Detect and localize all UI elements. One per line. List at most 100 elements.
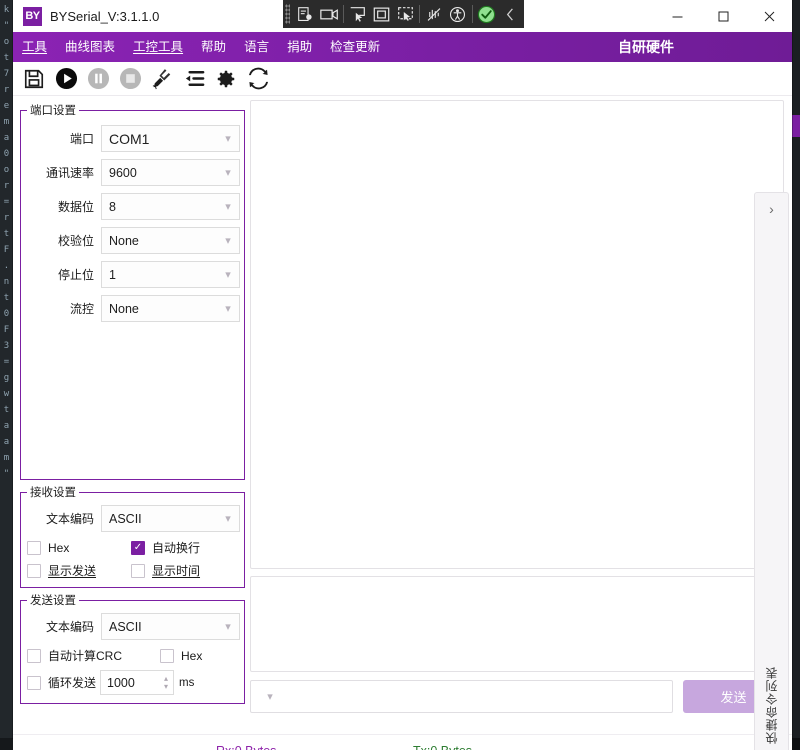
menu-item-industrial[interactable]: 工控工具 [124, 32, 192, 62]
clear-button[interactable] [148, 65, 176, 93]
main-column: ▾ 发送 [250, 100, 784, 726]
checkbox-loop-send[interactable]: 循环发送 [27, 674, 96, 691]
quick-command-drawer[interactable]: › 快捷命令列表 [754, 192, 789, 750]
checkbox-label: 循环发送 [48, 676, 97, 690]
receive-checkbox-row-1: Hex ✓ 自动换行 [27, 539, 238, 556]
receive-textarea[interactable] [250, 100, 784, 569]
select-region-icon[interactable] [393, 2, 417, 26]
menu-item-tools[interactable]: 工具 [13, 32, 56, 62]
checkbox-box [27, 675, 41, 690]
background-editor-scroll-marker [792, 115, 800, 137]
chevron-right-icon[interactable]: › [769, 201, 774, 217]
chevron-down-icon: ▾ [225, 167, 231, 179]
checkbox-label: Hex [48, 540, 70, 555]
stopbits-select[interactable]: 1 ▾ [101, 261, 240, 288]
refresh-icon [247, 67, 270, 90]
send-settings-group: 发送设置 文本编码 ASCII ▾ 自动计算CRC Hex 循环发送 1000 … [20, 592, 245, 704]
stepper-arrows-icon[interactable]: ▴ ▾ [159, 674, 173, 691]
settings-button[interactable] [212, 65, 240, 93]
loop-interval-stepper[interactable]: 1000 ▴ ▾ [100, 670, 175, 695]
parity-value: None [109, 233, 139, 248]
drag-handle[interactable] [285, 4, 291, 24]
loop-interval-value: 1000 [107, 675, 135, 690]
send-encoding-label: 文本编码 [45, 620, 94, 634]
chevron-down-icon: ▾ [225, 235, 231, 247]
chevron-down-icon: ▾ [225, 513, 231, 525]
status-ok-icon[interactable] [474, 2, 498, 26]
record-video-icon[interactable] [317, 2, 341, 26]
window-controls [654, 0, 792, 32]
brand-label: 自研硬件 [618, 39, 674, 55]
status-rx-bytes: Rx:0 Bytes [216, 744, 276, 750]
chevron-down-icon: ▾ [225, 201, 231, 213]
minimize-button[interactable] [654, 0, 700, 32]
refresh-button[interactable] [244, 65, 272, 93]
pause-button[interactable] [84, 65, 112, 93]
checkbox-auto-crc[interactable]: 自动计算CRC [27, 647, 160, 664]
checkbox-receive-hex[interactable]: Hex [27, 540, 131, 555]
flowcontrol-select[interactable]: None ▾ [101, 295, 240, 322]
send-settings-title: 发送设置 [27, 592, 79, 608]
port-settings-group: 端口设置 端口 COM1 ▾ 通讯速率 9600 ▾ 数据位 8 ▾ 校验位 N… [20, 102, 245, 480]
checkbox-send-hex[interactable]: Hex [160, 648, 203, 663]
checkbox-box [131, 563, 145, 578]
stop-button[interactable] [116, 65, 144, 93]
play-icon [55, 67, 78, 90]
send-encoding-value: ASCII [109, 619, 142, 634]
receive-encoding-select[interactable]: ASCII ▾ [101, 505, 240, 532]
start-button[interactable] [52, 65, 80, 93]
menu-item-help[interactable]: 帮助 [192, 32, 235, 62]
checkbox-auto-wrap[interactable]: ✓ 自动换行 [131, 539, 200, 556]
checkbox-label: Hex [181, 648, 203, 663]
screen-capture-settings-icon[interactable] [293, 2, 317, 26]
accessibility-icon[interactable] [446, 2, 470, 26]
port-select[interactable]: COM1 ▾ [101, 125, 240, 152]
menu-item-donate[interactable]: 捐助 [278, 32, 321, 62]
field-receive-encoding: 文本编码 ASCII ▾ [25, 505, 240, 532]
checkbox-box [27, 648, 41, 663]
chevron-down-icon: ▾ [225, 269, 231, 281]
stop-icon [119, 67, 142, 90]
port-label: 端口 [69, 132, 94, 146]
checkbox-show-send[interactable]: 显示发送 [27, 562, 131, 579]
checkbox-show-time[interactable]: 显示时间 [131, 562, 200, 579]
send-checkbox-row-1: 自动计算CRC Hex [27, 647, 238, 664]
parity-label: 校验位 [57, 234, 94, 248]
app-screen: k " o t 7 r e m a 0 o r = r t F. n t 0 F 3 = g w t a a m " BY BYSeri… [0, 0, 800, 750]
cursor-region-icon[interactable] [346, 2, 370, 26]
stopbits-value: 1 [109, 267, 116, 282]
field-send-encoding: 文本编码 ASCII ▾ [25, 613, 240, 640]
send-row: ▾ 发送 [250, 680, 784, 713]
maximize-button[interactable] [700, 0, 746, 32]
parity-select[interactable]: None ▾ [101, 227, 240, 254]
save-button[interactable] [20, 65, 48, 93]
baudrate-select[interactable]: 9600 ▾ [101, 159, 240, 186]
full-screen-icon[interactable] [370, 2, 394, 26]
menu-item-curve-chart[interactable]: 曲线图表 [56, 32, 124, 62]
menubar: 工具 曲线图表 工控工具 帮助 语言 捐助 检查更新 自研硬件 [13, 32, 792, 62]
separator [419, 5, 421, 23]
menu-item-language[interactable]: 语言 [235, 32, 278, 62]
databits-value: 8 [109, 199, 116, 214]
chevron-down-icon: ▾ [225, 303, 231, 315]
quick-command-list-label: 快捷命令列表 [765, 666, 779, 744]
list-button[interactable] [180, 65, 208, 93]
list-align-icon [183, 67, 206, 90]
flowcontrol-value: None [109, 301, 139, 316]
collapse-overlay-icon[interactable] [498, 2, 522, 26]
databits-select[interactable]: 8 ▾ [101, 193, 240, 220]
checkbox-label: 显示时间 [152, 564, 201, 578]
send-encoding-select[interactable]: ASCII ▾ [101, 613, 240, 640]
send-history-combo[interactable]: ▾ [250, 680, 673, 713]
field-stopbits: 停止位 1 ▾ [25, 261, 240, 288]
field-flowcontrol: 流控 None ▾ [25, 295, 240, 322]
close-button[interactable] [746, 0, 792, 32]
baudrate-label: 通讯速率 [45, 166, 94, 180]
field-baudrate: 通讯速率 9600 ▾ [25, 159, 240, 186]
audio-muted-icon[interactable] [422, 2, 446, 26]
menu-item-check-update[interactable]: 检查更新 [321, 32, 389, 62]
byserial-window: BY BYSerial_V:3.1.1.0 工具 曲线图表 工控工具 帮助 语言 [13, 0, 792, 750]
field-databits: 数据位 8 ▾ [25, 193, 240, 220]
stopbits-label: 停止位 [57, 268, 94, 282]
send-textarea[interactable] [250, 576, 784, 672]
